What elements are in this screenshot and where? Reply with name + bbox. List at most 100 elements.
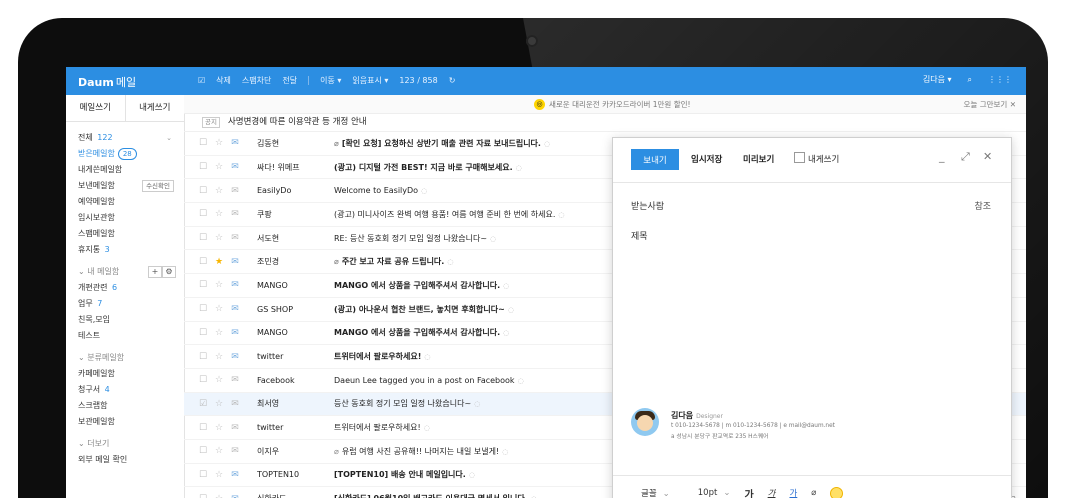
row-checkbox-icon[interactable]: ☐ (198, 328, 208, 338)
star-icon[interactable]: ☆ (214, 423, 224, 433)
move-menu[interactable]: 이동 ▾ (320, 75, 341, 86)
mail-subject[interactable]: MANGO 에서 상품을 구입해주셔서 감사합니다.◌ (334, 280, 509, 291)
mail-subject[interactable]: ⌀[확인 요청] 요청하신 상반기 매출 관련 자료 보내드립니다.◌ (334, 138, 550, 149)
class-folders-header[interactable]: ⌄ 분류메일함 (78, 350, 184, 366)
envelope-icon[interactable]: ✉ (230, 352, 240, 362)
delete-button[interactable]: 삭제 (216, 75, 231, 86)
external-mail-check[interactable]: 외부 메일 확인 (78, 452, 184, 468)
send-button[interactable]: 보내기 (631, 149, 679, 170)
emoji-icon[interactable] (830, 487, 843, 498)
envelope-icon[interactable]: ✉ (230, 162, 240, 172)
to-self-checkbox[interactable] (794, 152, 805, 163)
close-icon[interactable]: ✕ (983, 150, 992, 163)
row-checkbox-icon[interactable]: ☐ (198, 446, 208, 456)
star-icon[interactable]: ☆ (214, 470, 224, 480)
star-icon[interactable]: ☆ (214, 352, 224, 362)
mail-subject[interactable]: ⌀주간 보고 자료 공유 드립니다.◌ (334, 256, 453, 267)
row-checkbox-icon[interactable]: ☐ (198, 162, 208, 172)
compose-mail-button[interactable]: 메일쓰기 (66, 95, 126, 121)
row-checkbox-icon[interactable]: ☑ (198, 399, 208, 409)
chevron-down-icon[interactable]: ⌄ (166, 130, 172, 146)
folder-all[interactable]: 전체 122⌄ (78, 130, 184, 146)
folder-scrap[interactable]: 스크랩함 (78, 398, 184, 414)
envelope-icon[interactable]: ✉ (230, 446, 240, 456)
announcement-row[interactable]: 공지사명변경에 따른 이용약관 등 개정 안내 (184, 113, 1026, 132)
recipient-field[interactable]: 받는사람 (631, 199, 664, 212)
star-icon[interactable]: ☆ (214, 494, 224, 498)
envelope-icon[interactable]: ✉ (230, 233, 240, 243)
folder-work[interactable]: 업무 7 (78, 296, 184, 312)
bold-button[interactable]: 가 (744, 486, 753, 498)
folder-to-self[interactable]: 내게쓴메일함 (78, 162, 184, 178)
settings-icon[interactable]: ⚙ (162, 266, 176, 278)
envelope-icon[interactable]: ✉ (230, 304, 240, 314)
envelope-icon[interactable]: ✉ (230, 399, 240, 409)
folder-inbox[interactable]: 받은메일함28 (78, 146, 184, 162)
folder-sent[interactable]: 보낸메일함수신확인 (78, 178, 184, 194)
search-icon[interactable]: ⌕ (968, 75, 972, 85)
mail-subject[interactable]: 트위터에서 팔로우하세요!◌ (334, 351, 431, 362)
mail-subject[interactable]: ⌀유럽 여행 사진 공유해!! 나머지는 내일 보낼게!◌ (334, 446, 508, 457)
my-folders-header[interactable]: ⌄ 내 메일함+⚙ (78, 264, 184, 280)
folder-bills[interactable]: 청구서 4 (78, 382, 184, 398)
minimize-icon[interactable]: _ (939, 150, 945, 163)
font-family-select[interactable]: 글꼴⌄ (627, 487, 670, 498)
folder-cafe[interactable]: 카페메일함 (78, 366, 184, 382)
folder-trash[interactable]: 휴지통 3 (78, 242, 184, 258)
mail-subject[interactable]: MANGO 에서 상품을 구입해주셔서 감사합니다.◌ (334, 327, 509, 338)
row-checkbox-icon[interactable]: ☐ (198, 375, 208, 385)
dismiss-today-button[interactable]: 오늘 그만보기 ✕ (964, 99, 1016, 110)
row-checkbox-icon[interactable]: ☐ (198, 257, 208, 267)
folder-renewal[interactable]: 개편관련 6 (78, 280, 184, 296)
refresh-icon[interactable]: ↻ (449, 76, 456, 85)
star-icon[interactable]: ☆ (214, 138, 224, 148)
star-icon[interactable]: ☆ (214, 446, 224, 456)
folder-archive[interactable]: 보관메일함 (78, 414, 184, 430)
row-checkbox-icon[interactable]: ☐ (198, 138, 208, 148)
envelope-icon[interactable]: ✉ (230, 280, 240, 290)
daum-mail-logo[interactable]: Daum메일 (78, 74, 136, 90)
mail-subject[interactable]: Daeun Lee tagged you in a post on Facebo… (334, 376, 524, 385)
row-checkbox-icon[interactable]: ☐ (198, 470, 208, 480)
row-checkbox-icon[interactable]: ☐ (198, 280, 208, 290)
star-icon[interactable]: ★ (214, 257, 224, 267)
row-checkbox-icon[interactable]: ☐ (198, 352, 208, 362)
mail-subject[interactable]: 트위터에서 팔로우하세요!◌ (334, 422, 430, 433)
folder-drafts[interactable]: 임시보관함 (78, 210, 184, 226)
preview-button[interactable]: 미리보기 (743, 153, 774, 165)
select-all-checkbox-icon[interactable]: ☑ (198, 76, 205, 85)
mail-subject[interactable]: (광고) 디지털 가전 BEST! 지금 바로 구매해보세요.◌ (334, 162, 522, 173)
row-checkbox-icon[interactable]: ☐ (198, 423, 208, 433)
star-icon[interactable]: ☆ (214, 328, 224, 338)
folder-test[interactable]: 테스트 (78, 328, 184, 344)
write-to-self-button[interactable]: 내게쓰기 (126, 95, 185, 121)
envelope-icon[interactable]: ✉ (230, 423, 240, 433)
star-icon[interactable]: ☆ (214, 186, 224, 196)
envelope-icon[interactable]: ✉ (230, 494, 240, 498)
row-checkbox-icon[interactable]: ☐ (198, 494, 208, 498)
spam-block-button[interactable]: 스팸차단 (242, 75, 271, 86)
envelope-icon[interactable]: ✉ (230, 328, 240, 338)
subject-field[interactable]: 제목 (631, 229, 648, 242)
envelope-icon[interactable]: ✉ (230, 257, 240, 267)
font-size-select[interactable]: 10pt⌄ (684, 488, 731, 498)
mail-subject[interactable]: RE: 등산 동호회 정기 모임 일정 나왔습니다~◌ (334, 233, 496, 244)
attach-icon[interactable]: ⌀ (811, 488, 816, 498)
more-header[interactable]: ⌄ 더보기 (78, 436, 184, 452)
star-icon[interactable]: ☆ (214, 280, 224, 290)
mail-subject[interactable]: [TOPTEN10] 배송 안내 메일입니다.◌ (334, 469, 475, 480)
expand-icon[interactable]: ⤢ (961, 150, 970, 164)
mail-subject[interactable]: (광고) 아나운서 협찬 브랜드, 놓치면 후회합니다~◌ (334, 304, 514, 315)
mail-subject[interactable]: (광고) 미니사이즈 완벽 여행 용품! 여름 여행 준비 한 번에 하세요.◌ (334, 209, 565, 220)
star-icon[interactable]: ☆ (214, 375, 224, 385)
underline-button[interactable]: 가 (789, 487, 797, 498)
italic-button[interactable]: 가 (768, 487, 776, 498)
add-folder-icon[interactable]: + (148, 266, 162, 278)
ad-banner[interactable]: ◎새로운 대리운전 카카오드라이버 1만원 할인! (534, 99, 691, 110)
save-draft-button[interactable]: 임시저장 (691, 153, 722, 165)
folder-spam[interactable]: 스팸메일함 (78, 226, 184, 242)
row-checkbox-icon[interactable]: ☐ (198, 304, 208, 314)
star-icon[interactable]: ☆ (214, 233, 224, 243)
star-icon[interactable]: ☆ (214, 162, 224, 172)
cc-toggle[interactable]: 참조 (974, 199, 991, 212)
